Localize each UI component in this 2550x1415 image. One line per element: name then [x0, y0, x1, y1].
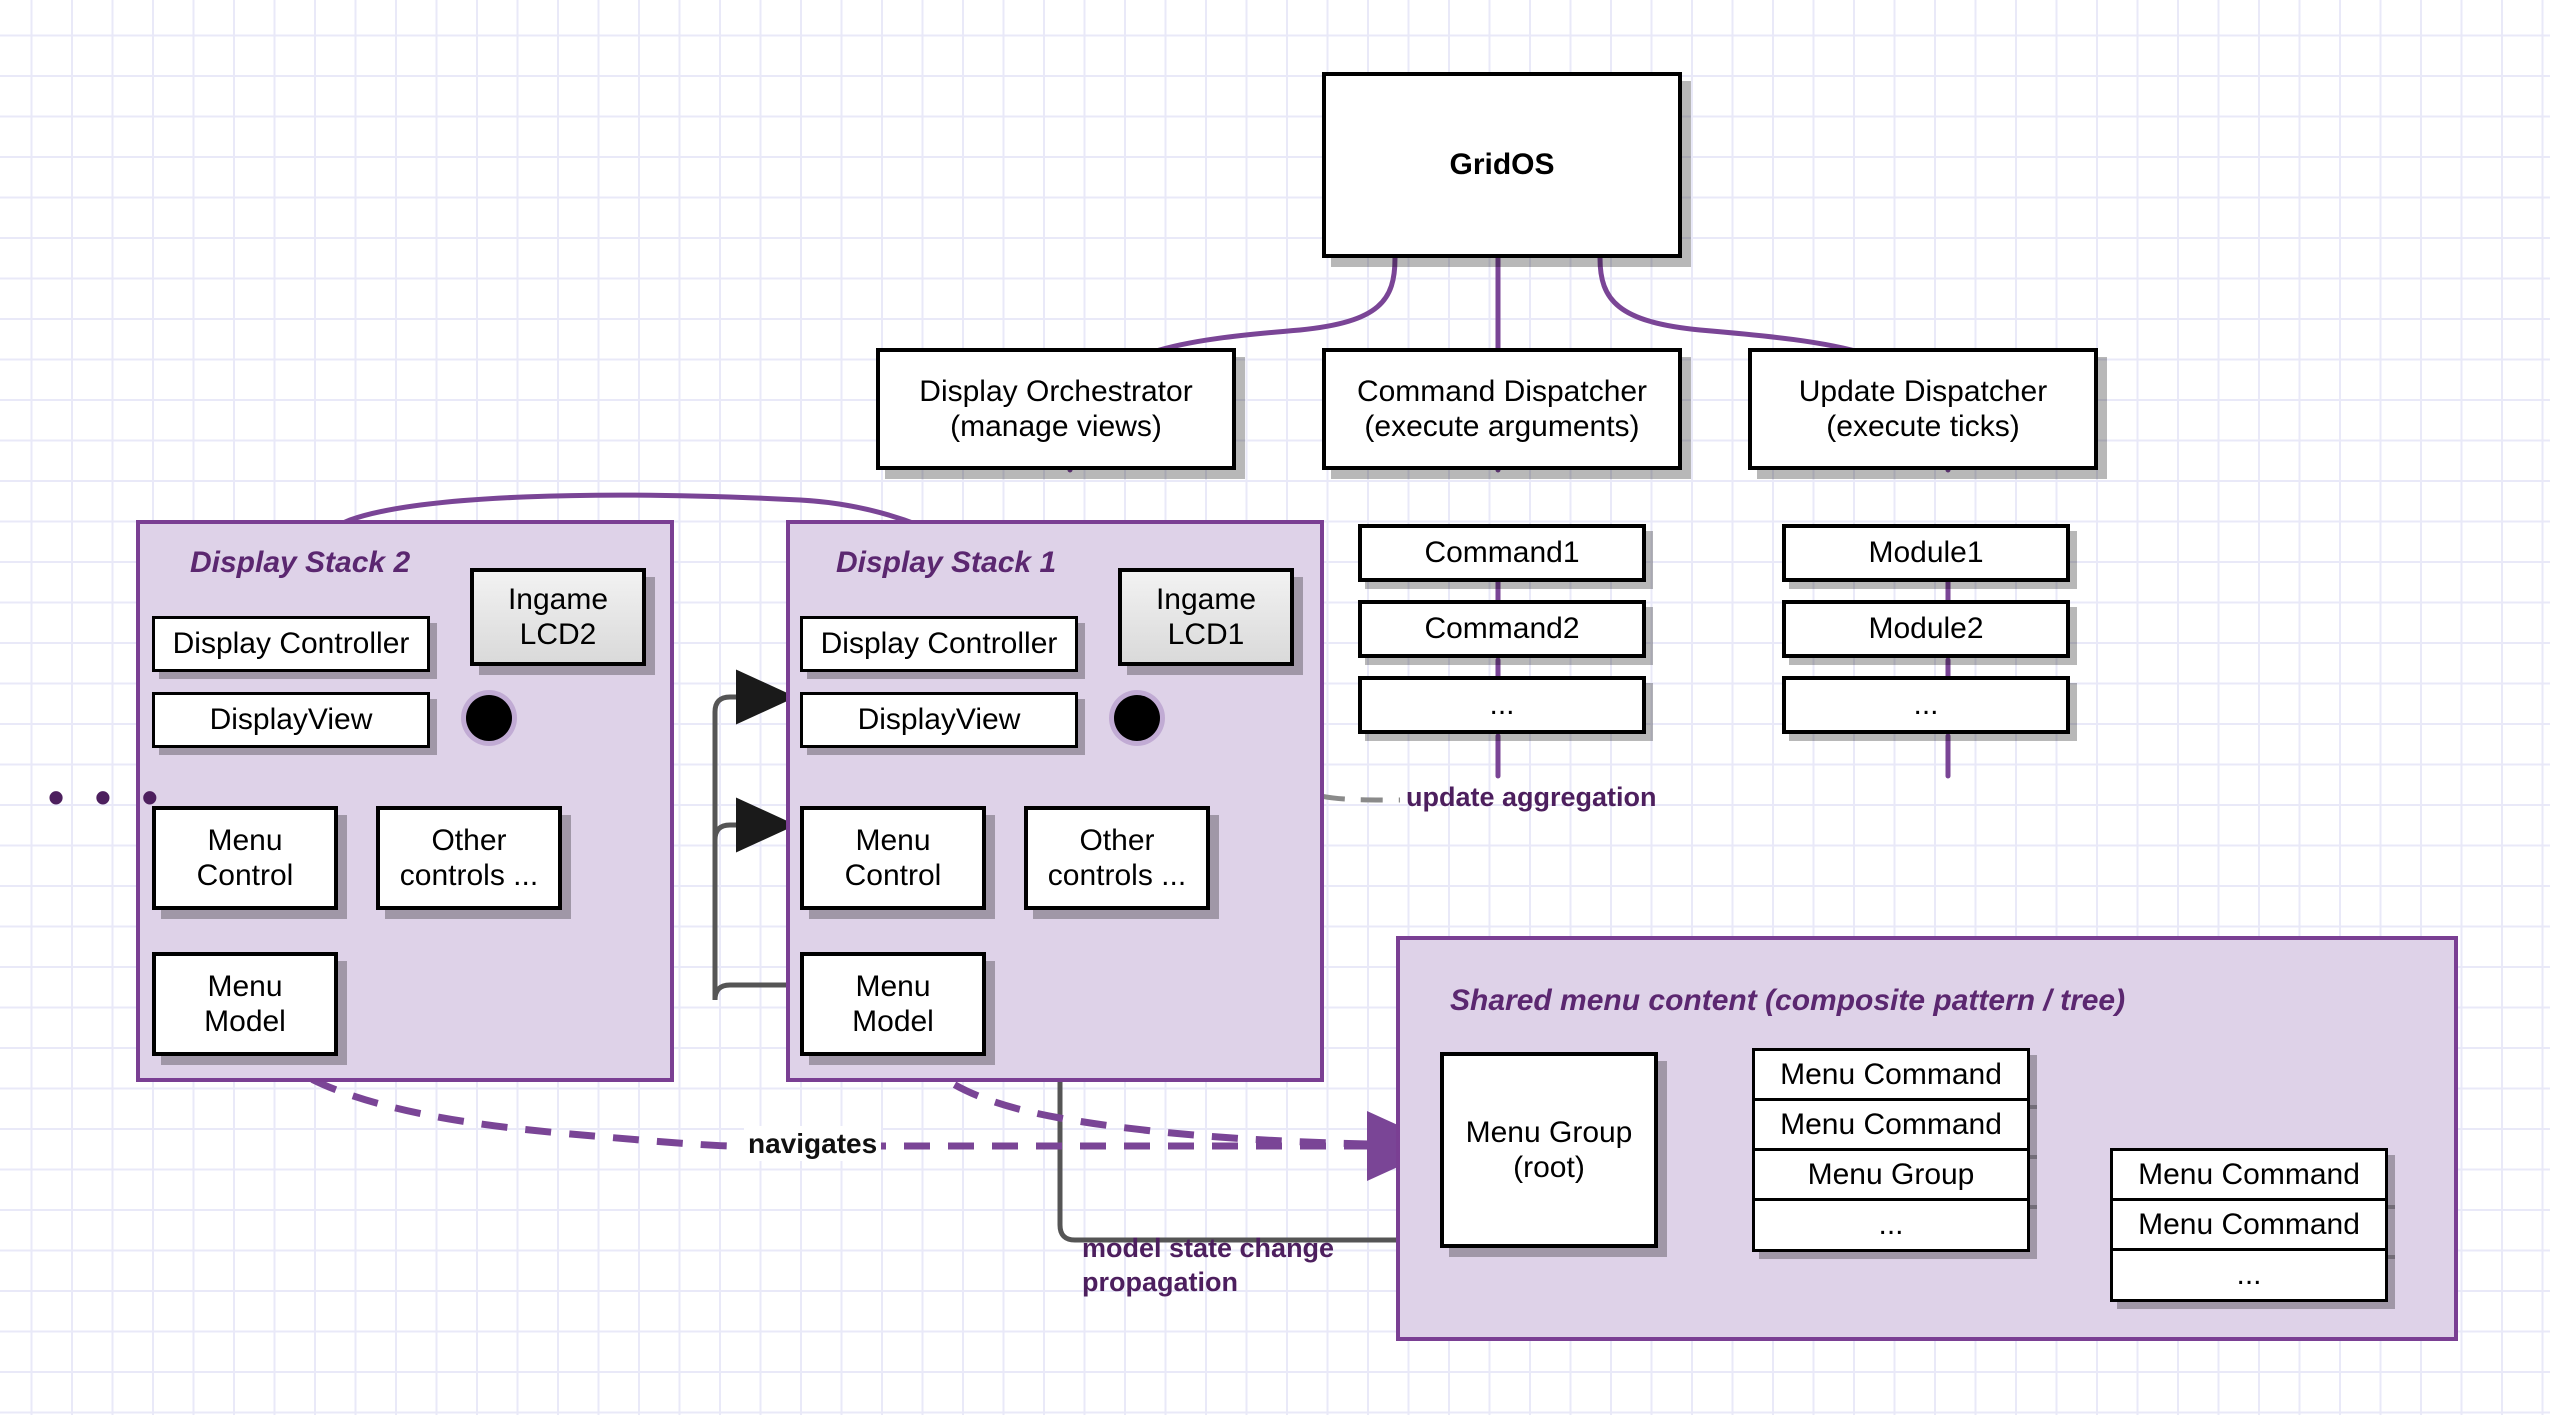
node-module-2[interactable]: Module2	[1782, 600, 2070, 658]
label-navigates: navigates	[744, 1126, 882, 1161]
node-command-1[interactable]: Command1	[1358, 524, 1646, 582]
node-stack1-menu-model[interactable]: Menu Model	[800, 952, 986, 1056]
node-stack1-display-controller[interactable]: Display Controller	[800, 616, 1078, 672]
node-menu-command-1[interactable]: Menu Command	[1752, 1048, 2030, 1102]
node-stack2-display-controller[interactable]: Display Controller	[152, 616, 430, 672]
command-1-label: Command1	[1424, 536, 1580, 570]
node-gridos[interactable]: GridOS	[1322, 72, 1682, 258]
node-stack1-menu-control[interactable]: Menu Control	[800, 806, 986, 910]
node-gridos-label: GridOS	[1449, 148, 1555, 182]
stack2-display-controller-label: Display Controller	[172, 627, 410, 661]
menu-command-4-label: Menu Command	[2138, 1208, 2360, 1242]
update-dispatcher-line2: (execute ticks)	[1826, 410, 2020, 443]
module-2-label: Module2	[1868, 612, 1984, 646]
node-command-more[interactable]: ...	[1358, 676, 1646, 734]
node-menu-level2-more[interactable]: ...	[2110, 1248, 2388, 1302]
node-stack2-menu-control[interactable]: Menu Control	[152, 806, 338, 910]
node-stack2-displayview[interactable]: DisplayView	[152, 692, 430, 748]
stack2-other-controls-label: Other controls ...	[399, 823, 539, 892]
group-display-stack-1-title: Display Stack 1	[836, 546, 1057, 579]
node-ingame-lcd-1[interactable]: Ingame LCD1	[1118, 568, 1294, 666]
stack2-menu-model-label: Menu Model	[204, 969, 286, 1038]
diagram-canvas: GridOS Display Orchestrator (manage view…	[0, 0, 2550, 1415]
stack2-displayview-label: DisplayView	[209, 703, 373, 737]
ingame-lcd-1-label: Ingame LCD1	[1155, 582, 1257, 651]
display-orchestrator-line1: Display Orchestrator	[919, 374, 1193, 408]
group-display-stack-2-title: Display Stack 2	[190, 546, 411, 579]
menu-group-root-label: Menu Group (root)	[1465, 1115, 1633, 1184]
node-stack2-other-controls[interactable]: Other controls ...	[376, 806, 562, 910]
stack1-menu-control-label: Menu Control	[844, 823, 942, 892]
node-command-2[interactable]: Command2	[1358, 600, 1646, 658]
node-menu-command-2[interactable]: Menu Command	[1752, 1098, 2030, 1152]
command-more-label: ...	[1489, 688, 1515, 722]
menu-command-1-label: Menu Command	[1780, 1058, 2002, 1092]
stack1-displayview-label: DisplayView	[857, 703, 1021, 737]
stack1-view-junction-ball	[1114, 695, 1160, 741]
menu-group-child-label: Menu Group	[1807, 1158, 1975, 1192]
node-update-dispatcher[interactable]: Update Dispatcher (execute ticks)	[1748, 348, 2098, 470]
node-command-dispatcher[interactable]: Command Dispatcher (execute arguments)	[1322, 348, 1682, 470]
node-menu-command-3[interactable]: Menu Command	[2110, 1148, 2388, 1202]
menu-command-3-label: Menu Command	[2138, 1158, 2360, 1192]
update-dispatcher-line1: Update Dispatcher	[1798, 374, 2048, 408]
display-orchestrator-line2: (manage views)	[950, 410, 1162, 443]
command-dispatcher-line2: (execute arguments)	[1364, 410, 1640, 443]
label-update-aggregation: update aggregation	[1406, 782, 1657, 812]
node-module-1[interactable]: Module1	[1782, 524, 2070, 582]
menu-command-2-label: Menu Command	[1780, 1108, 2002, 1142]
node-menu-command-4[interactable]: Menu Command	[2110, 1198, 2388, 1252]
node-stack2-menu-model[interactable]: Menu Model	[152, 952, 338, 1056]
group-shared-menu-content-title: Shared menu content (composite pattern /…	[1450, 984, 2126, 1017]
module-1-label: Module1	[1868, 536, 1984, 570]
node-module-more[interactable]: ...	[1782, 676, 2070, 734]
node-stack1-displayview[interactable]: DisplayView	[800, 692, 1078, 748]
node-menu-group-root[interactable]: Menu Group (root)	[1440, 1052, 1658, 1248]
node-menu-level1-more[interactable]: ...	[1752, 1198, 2030, 1252]
command-dispatcher-line1: Command Dispatcher	[1356, 374, 1648, 408]
stack2-view-junction-ball	[466, 695, 512, 741]
menu-level2-more-label: ...	[2236, 1258, 2262, 1292]
stack2-menu-control-label: Menu Control	[196, 823, 294, 892]
stack1-menu-model-label: Menu Model	[852, 969, 934, 1038]
more-display-stacks-ellipsis: • • •	[48, 771, 167, 823]
command-2-label: Command2	[1424, 612, 1580, 646]
stack1-display-controller-label: Display Controller	[820, 627, 1058, 661]
label-model-state-change-propagation: model state change propagation	[1082, 1233, 1335, 1297]
node-stack1-other-controls[interactable]: Other controls ...	[1024, 806, 1210, 910]
node-ingame-lcd-2[interactable]: Ingame LCD2	[470, 568, 646, 666]
ingame-lcd-2-label: Ingame LCD2	[507, 582, 609, 651]
menu-level1-more-label: ...	[1878, 1208, 1904, 1242]
node-display-orchestrator[interactable]: Display Orchestrator (manage views)	[876, 348, 1236, 470]
node-menu-group-child[interactable]: Menu Group	[1752, 1148, 2030, 1202]
stack1-other-controls-label: Other controls ...	[1047, 823, 1187, 892]
module-more-label: ...	[1913, 688, 1939, 722]
